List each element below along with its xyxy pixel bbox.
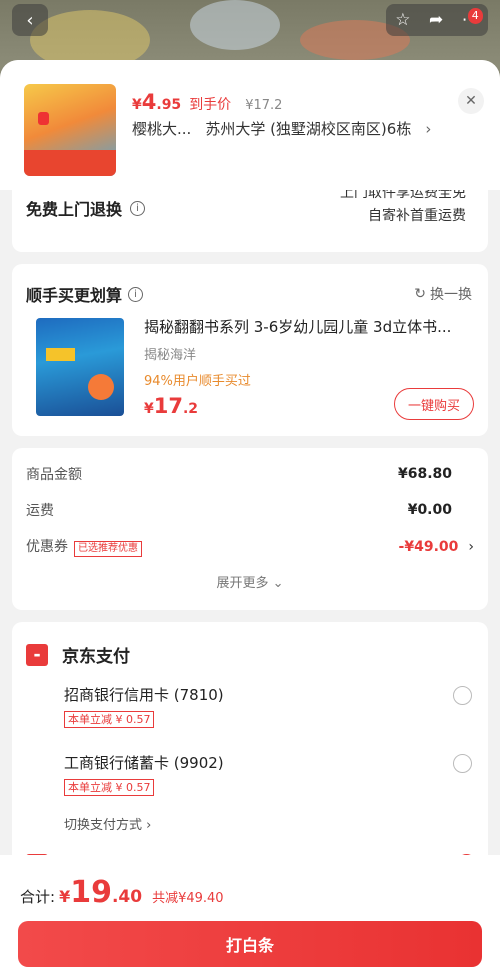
bundle-card: 顺手买更划算 i ↻ 换一换 揭秘翻翻书系列 3-6岁幼儿园儿童 3d立体书..… (12, 264, 488, 436)
back-button[interactable]: ‹ (12, 4, 48, 36)
shipping-label: 运费 (26, 503, 54, 519)
close-icon: ✕ (465, 93, 477, 109)
header-actions: ☆ ➦ ⋯ 4 (386, 4, 488, 36)
close-button[interactable]: ✕ (458, 88, 484, 114)
payment-option-cmb[interactable]: 招商银行信用卡 (7810) 本单立减 ¥ 0.57 (64, 684, 474, 728)
bundle-title: 顺手买更划算 i (26, 282, 144, 306)
info-icon[interactable]: i (130, 200, 146, 216)
payment-method-header: ▬ 京东支付 (26, 642, 130, 667)
coupon-label-group: 优惠券 已选推荐优惠 (26, 536, 142, 557)
price-row: ¥4.95 到手价 ¥17.2 (132, 90, 282, 114)
one-click-buy-button[interactable]: 一键购买 (394, 388, 474, 420)
coupon-label: 优惠券 (26, 539, 68, 555)
product-summary: ¥4.95 到手价 ¥17.2 樱桃大... 苏州大学 (独墅湖校区南区)6栋 … (0, 60, 500, 190)
chevron-right-icon: › (146, 818, 152, 833)
chevron-right-icon: › (468, 538, 474, 555)
payment-option-discount: 本单立减 ¥ 0.57 (64, 779, 155, 796)
payment-method-title: 京东支付 (62, 647, 130, 667)
goods-amount-label: 商品金额 (26, 467, 82, 483)
goods-amount-row: 商品金额 ¥68.80 (26, 464, 474, 484)
payment-option-icbc[interactable]: 工商银行储蓄卡 (9902) 本单立减 ¥ 0.57 (64, 752, 474, 796)
payment-option-name: 工商银行储蓄卡 (9902) (64, 754, 224, 772)
original-price: ¥17.2 (245, 98, 283, 113)
expand-more-button[interactable]: 展开更多 ⌄ (12, 572, 488, 591)
bundle-product-name[interactable]: 揭秘翻翻书系列 3-6岁幼儿园儿童 3d立体书... (144, 316, 464, 337)
checkout-sheet: ¥4.95 到手价 ¥17.2 樱桃大... 苏州大学 (独墅湖校区南区)6栋 … (0, 60, 500, 967)
thumbnail-strip (24, 150, 116, 176)
pay-with-baitiao-button[interactable]: 打白条 (18, 921, 482, 967)
return-service-title: 免费上门退换 i (26, 196, 146, 220)
payment-option-discount: 本单立减 ¥ 0.57 (64, 711, 155, 728)
address-row[interactable]: 樱桃大... 苏州大学 (独墅湖校区南区)6栋 › (132, 118, 431, 139)
star-icon[interactable]: ☆ (395, 10, 410, 30)
radio-button[interactable] (453, 686, 472, 705)
refresh-icon: ↻ (414, 286, 426, 302)
delivery-address: 苏州大学 (独墅湖校区南区)6栋 (205, 120, 412, 138)
final-price: ¥4.95 (132, 90, 182, 114)
total-price: ¥19.40 (59, 875, 143, 910)
more-icon[interactable]: ⋯ 4 (462, 8, 483, 30)
goods-amount-value: ¥68.80 (397, 466, 452, 482)
share-icon[interactable]: ➦ (429, 10, 443, 30)
total-savings: 共减¥49.40 (152, 891, 224, 906)
jd-pay-icon: ▬ (26, 643, 48, 666)
checkout-bar: 合计: ¥19.40 共减¥49.40 打白条 (0, 855, 500, 967)
switch-payment-method[interactable]: 切换支付方式 › (64, 814, 151, 833)
bundle-social-proof: 94%用户顺手买过 (144, 374, 251, 389)
coupon-row[interactable]: 优惠券 已选推荐优惠 -¥49.00 › (26, 536, 474, 557)
cart-count-badge: 4 (467, 8, 483, 24)
chevron-left-icon: ‹ (26, 9, 34, 31)
coupon-value-group: -¥49.00 › (399, 539, 474, 555)
shipping-value: ¥0.00 (407, 502, 452, 518)
info-icon[interactable]: i (128, 286, 144, 302)
coupon-value: -¥49.00 (398, 538, 459, 555)
payment-option-name: 招商银行信用卡 (7810) (64, 686, 224, 704)
total-label: 合计: (20, 888, 56, 906)
order-summary-card: 商品金额 ¥68.80 运费 ¥0.00 优惠券 已选推荐优惠 -¥49.00 › … (12, 448, 488, 610)
chevron-right-icon: › (425, 119, 432, 138)
product-name-short: 樱桃大... (132, 120, 192, 138)
shipping-row: 运费 ¥0.00 (26, 500, 474, 520)
book-decoration (88, 374, 114, 400)
book-label-shape (46, 348, 75, 361)
coupon-tag: 已选推荐优惠 (74, 541, 142, 557)
swap-button[interactable]: ↻ 换一换 (414, 284, 472, 304)
thumbnail-label-shape (38, 112, 49, 125)
bundle-product-image[interactable] (36, 318, 124, 416)
chevron-down-icon: ⌄ (272, 576, 284, 591)
return-service-line2: 自寄补首重运费 (368, 208, 466, 224)
bundle-price: ¥17.2 (144, 394, 199, 418)
radio-button[interactable] (453, 754, 472, 773)
product-thumbnail[interactable] (24, 84, 116, 176)
bundle-product-variant: 揭秘海洋 (144, 348, 197, 363)
backdrop-shape (190, 0, 280, 50)
total-row: 合计: ¥19.40 共减¥49.40 (20, 875, 224, 910)
final-price-tag: 到手价 (189, 97, 232, 113)
